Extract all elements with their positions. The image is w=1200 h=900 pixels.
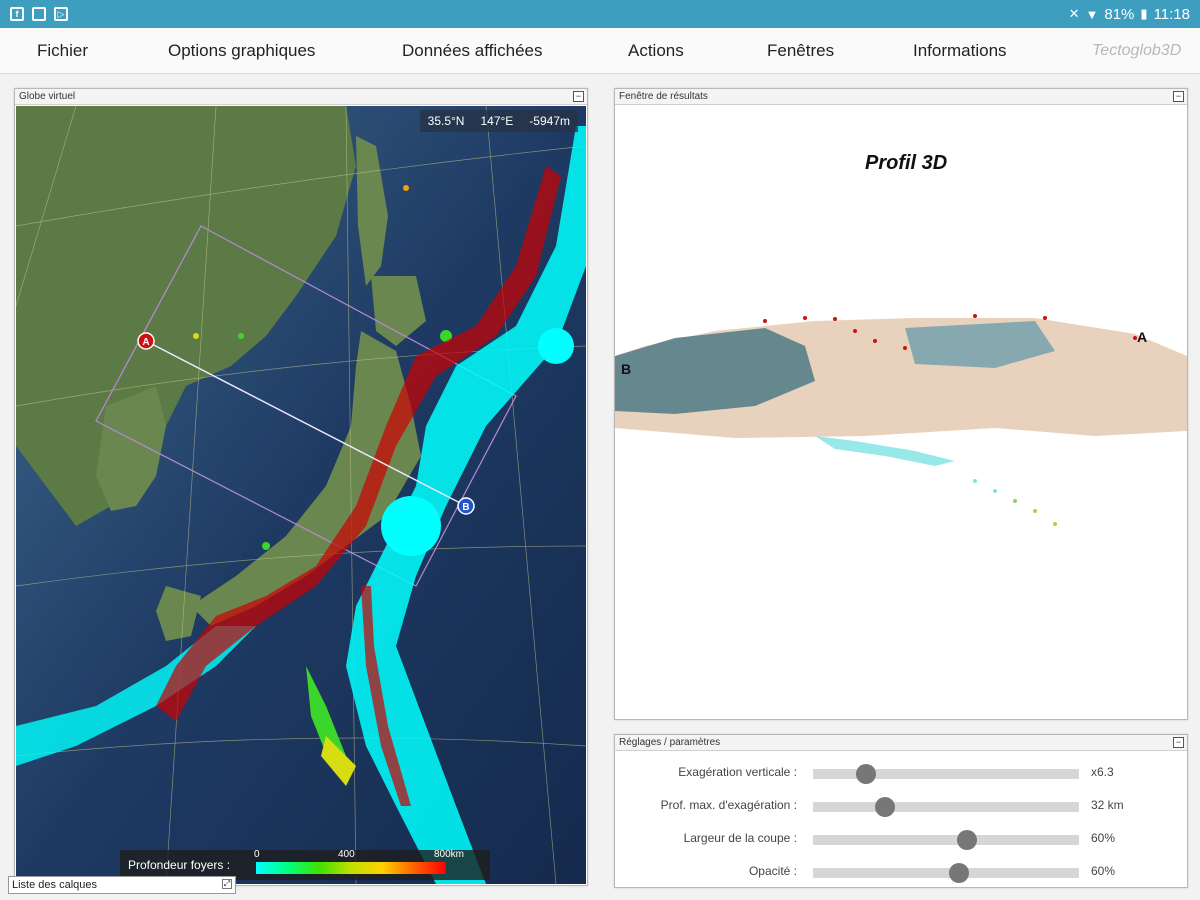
settings-collapse-button[interactable]: − — [1173, 737, 1184, 748]
vertical-exaggeration-slider[interactable] — [813, 764, 1079, 784]
slider-thumb[interactable] — [856, 764, 877, 784]
profile-foci — [815, 436, 1057, 526]
profile-3d-canvas[interactable]: B A — [615, 106, 1187, 719]
setting-value: 32 km — [1091, 798, 1124, 812]
setting-label: Prof. max. d'exagération : — [660, 798, 797, 812]
menu-actions[interactable]: Actions — [628, 41, 684, 61]
profile-end-b: B — [621, 361, 631, 377]
setting-value: 60% — [1091, 831, 1116, 845]
profile-end-a: A — [1137, 329, 1147, 345]
globe-panel-title: Globe virtuel − — [15, 89, 587, 105]
results-collapse-button[interactable]: − — [1173, 91, 1184, 102]
results-panel-title: Fenêtre de résultats − — [615, 89, 1187, 105]
setting-label: Exagération verticale : — [678, 765, 797, 779]
depth-color-scale: 0 400 800km — [254, 849, 464, 874]
point-a-label: A — [142, 337, 149, 348]
profile-view[interactable]: Profil 3D B A — [615, 106, 1187, 719]
mute-icon: ✕ — [1068, 6, 1080, 21]
longitude: 147°E — [480, 114, 514, 128]
opacity-slider[interactable] — [813, 863, 1079, 883]
notification-icons: f ▷ — [10, 7, 68, 21]
system-status: ✕ ▼ 81% ▮ 11:18 — [1069, 6, 1190, 23]
menu-options-graphiques[interactable]: Options graphiques — [168, 41, 315, 61]
play-store-icon: ▷ — [54, 7, 68, 21]
settings-panel-title: Réglages / paramètres − — [615, 735, 1187, 751]
setting-label: Opacité : — [748, 864, 797, 878]
settings-panel: Réglages / paramètres − Exagération vert… — [614, 734, 1188, 888]
depth-tick-800: 800km — [434, 849, 465, 860]
globe-map[interactable]: A B 35.5°N 147°E -5947m Profondeur foyer… — [16, 106, 586, 884]
slider-thumb[interactable] — [874, 797, 895, 817]
setting-max-depth-exaggeration: Prof. max. d'exagération : 32 km — [615, 790, 1187, 823]
depth-tick-400: 400 — [338, 849, 355, 860]
wifi-icon: ▼ — [1085, 6, 1099, 22]
menu-fenetres[interactable]: Fenêtres — [767, 41, 834, 61]
section-width-slider[interactable] — [813, 830, 1079, 850]
setting-opacity: Opacité : 60% — [615, 856, 1187, 889]
coordinate-readout: 35.5°N 147°E -5947m — [419, 110, 578, 132]
layers-list-tab[interactable]: Liste des calques ⤢ — [8, 876, 236, 894]
altitude: -5947m — [529, 114, 570, 128]
setting-value: x6.3 — [1091, 765, 1114, 779]
setting-vertical-exaggeration: Exagération verticale : x6.3 — [615, 757, 1187, 790]
map-canvas[interactable]: A B — [16, 106, 586, 884]
slider-thumb[interactable] — [957, 830, 978, 850]
point-b-label: B — [462, 502, 469, 513]
setting-section-width: Largeur de la coupe : 60% — [615, 823, 1187, 856]
globe-panel: Globe virtuel − A B 35.5°N 147°E -5947m … — [14, 88, 588, 886]
battery-icon: ▮ — [1140, 6, 1148, 21]
status-bar: f ▷ ✕ ▼ 81% ▮ 11:18 — [0, 0, 1200, 28]
layers-list-label: Liste des calques — [12, 879, 97, 891]
slider-thumb[interactable] — [949, 863, 970, 883]
latitude: 35.5°N — [427, 114, 465, 128]
depth-tick-0: 0 — [254, 849, 260, 860]
clock: 11:18 — [1153, 5, 1190, 23]
expand-icon[interactable]: ⤢ — [222, 879, 232, 889]
gallery-icon — [32, 7, 46, 21]
results-panel: Fenêtre de résultats − Profil 3D B A — [614, 88, 1188, 720]
max-depth-slider[interactable] — [813, 797, 1079, 817]
facebook-icon: f — [10, 7, 24, 21]
app-brand: Tectoglob3D — [1092, 42, 1182, 59]
globe-collapse-button[interactable]: − — [573, 91, 584, 102]
menu-fichier[interactable]: Fichier — [37, 41, 88, 61]
setting-label: Largeur de la coupe : — [683, 831, 797, 845]
profile-title: Profil 3D — [865, 152, 948, 174]
menu-informations[interactable]: Informations — [913, 41, 1007, 61]
setting-value: 60% — [1091, 864, 1116, 878]
battery-level: 81% — [1104, 5, 1135, 23]
menu-bar: Fichier Options graphiques Données affic… — [0, 28, 1200, 74]
depth-legend-label: Profondeur foyers : — [128, 858, 231, 872]
menu-donnees-affichees[interactable]: Données affichées — [402, 41, 543, 61]
